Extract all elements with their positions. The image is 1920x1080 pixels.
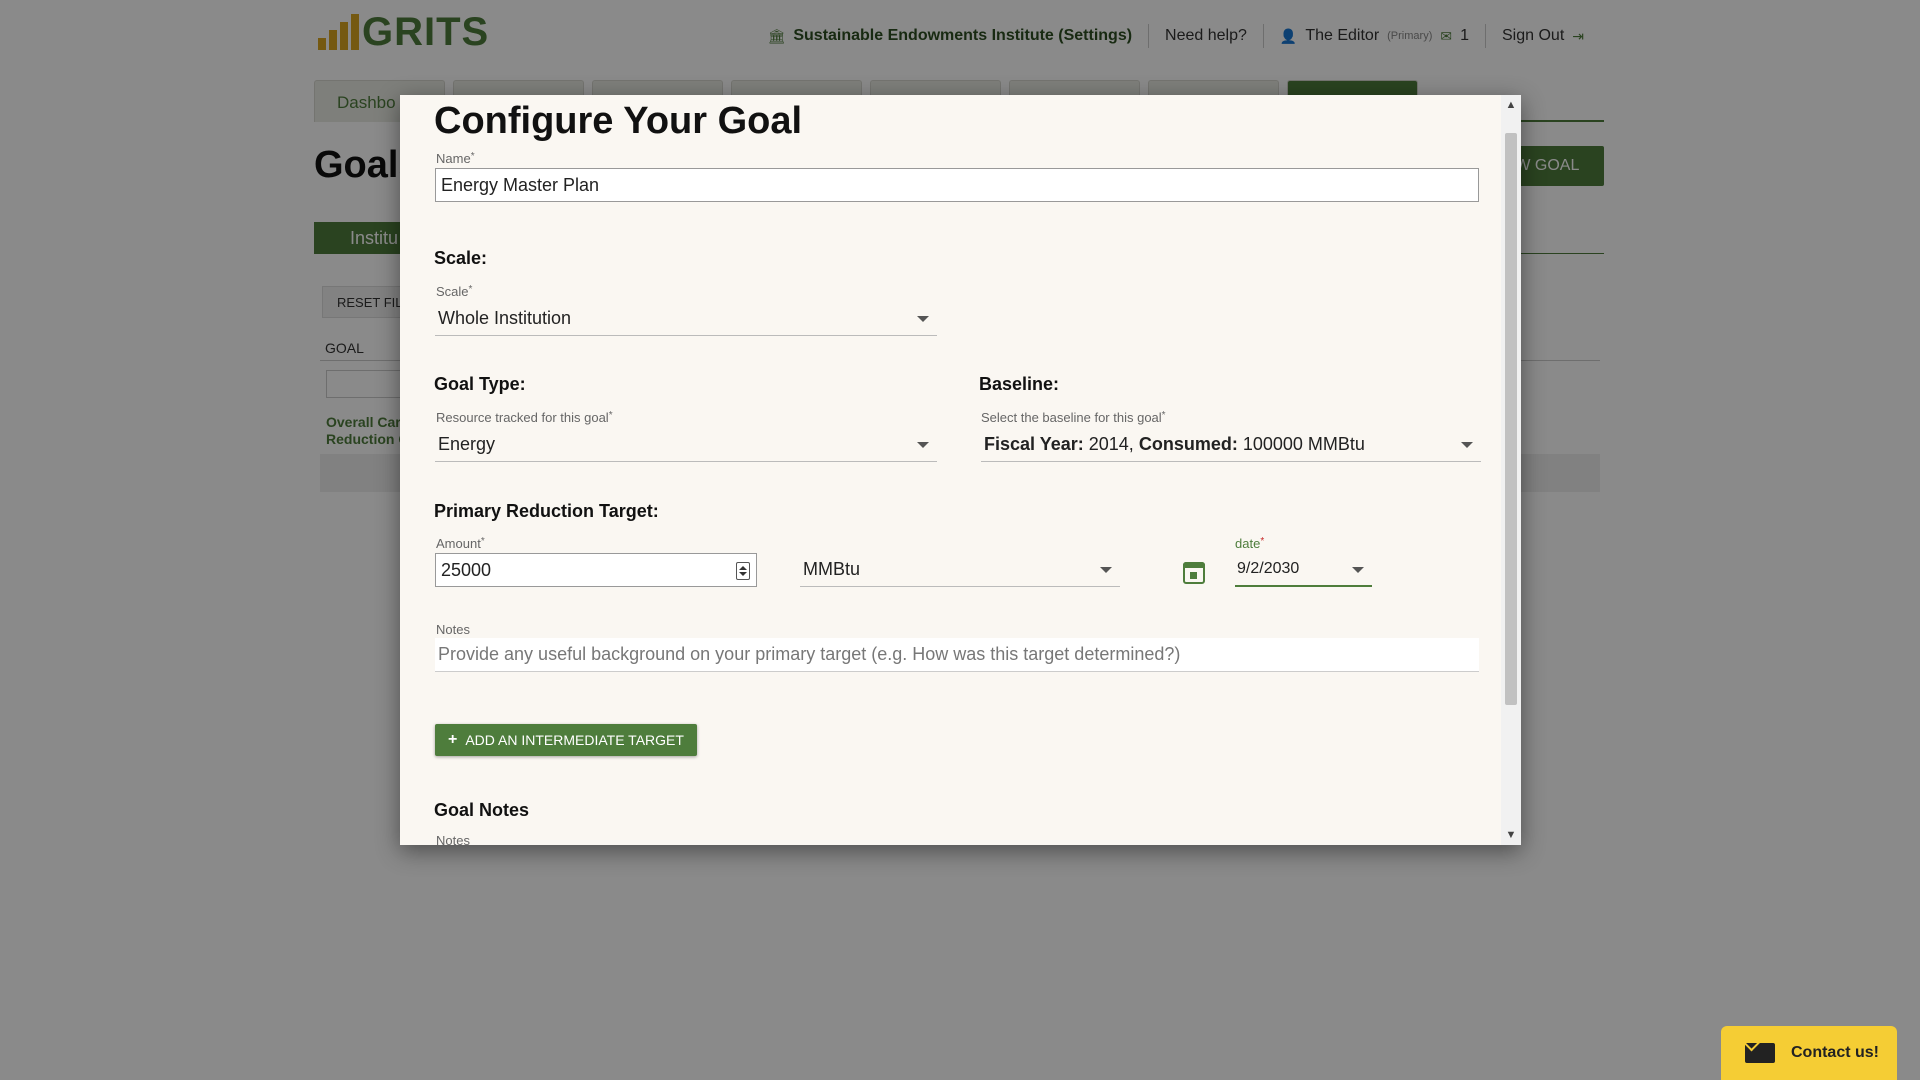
calendar-icon[interactable] (1183, 562, 1205, 584)
scroll-down-icon[interactable]: ▼ (1501, 825, 1521, 845)
resource-value: Energy (438, 434, 496, 454)
scale-value: Whole Institution (438, 308, 572, 328)
name-label: Name* (436, 151, 475, 166)
modal-scrollbar[interactable]: ▲ ▼ (1501, 95, 1521, 845)
resource-label: Resource tracked for this goal* (436, 410, 613, 425)
add-intermediate-label: ADD AN INTERMEDIATE TARGET (465, 732, 684, 748)
chevron-down-icon (1100, 567, 1112, 573)
modal-scroll-area: Configure Your Goal Name* Energy Master … (400, 95, 1521, 845)
envelope-icon (1745, 1043, 1775, 1063)
primary-target-section-heading: Primary Reduction Target: (434, 501, 659, 521)
scroll-thumb[interactable] (1505, 133, 1517, 705)
date-value: 9/2/2030 (1237, 560, 1300, 577)
date-label: date* (1235, 536, 1265, 551)
target-notes-input[interactable]: Provide any useful background on your pr… (435, 638, 1479, 672)
baseline-label: Select the baseline for this goal* (981, 410, 1166, 425)
scroll-up-icon[interactable]: ▲ (1501, 95, 1521, 115)
target-notes-label: Notes (436, 622, 470, 637)
chevron-down-icon (1352, 567, 1364, 573)
unit-value: MMBtu (803, 559, 861, 579)
scale-label: Scale* (436, 284, 473, 299)
modal-title: Configure Your Goal (434, 100, 803, 142)
chevron-down-icon (1461, 442, 1473, 448)
chevron-down-icon (917, 316, 929, 322)
goal-type-section-heading: Goal Type: (434, 374, 526, 394)
plus-icon: + (448, 731, 458, 748)
number-stepper-icon[interactable] (736, 562, 750, 580)
add-intermediate-target-button[interactable]: + ADD AN INTERMEDIATE TARGET (435, 724, 697, 756)
scale-section-heading: Scale: (434, 248, 488, 268)
amount-value: 25000 (441, 559, 492, 580)
amount-label: Amount* (436, 536, 485, 551)
contact-label: Contact us! (1791, 1044, 1879, 1061)
target-date-select[interactable]: 9/2/2030 (1235, 553, 1372, 587)
chevron-down-icon (917, 442, 929, 448)
baseline-value: Fiscal Year: 2014, Consumed: 100000 MMBt… (984, 434, 1365, 454)
amount-input[interactable]: 25000 (435, 553, 757, 587)
scale-select[interactable]: Whole Institution (435, 302, 937, 336)
goal-name-input[interactable]: Energy Master Plan (435, 168, 1479, 202)
configure-goal-modal: Configure Your Goal Name* Energy Master … (400, 95, 1521, 845)
goal-notes-label: Notes (436, 833, 470, 845)
contact-us-button[interactable]: Contact us! (1721, 1026, 1897, 1080)
resource-select[interactable]: Energy (435, 428, 937, 462)
baseline-select[interactable]: Fiscal Year: 2014, Consumed: 100000 MMBt… (981, 428, 1481, 462)
baseline-section-heading: Baseline: (979, 374, 1060, 394)
unit-select[interactable]: MMBtu (800, 553, 1120, 587)
goal-notes-section-heading: Goal Notes (434, 800, 530, 820)
